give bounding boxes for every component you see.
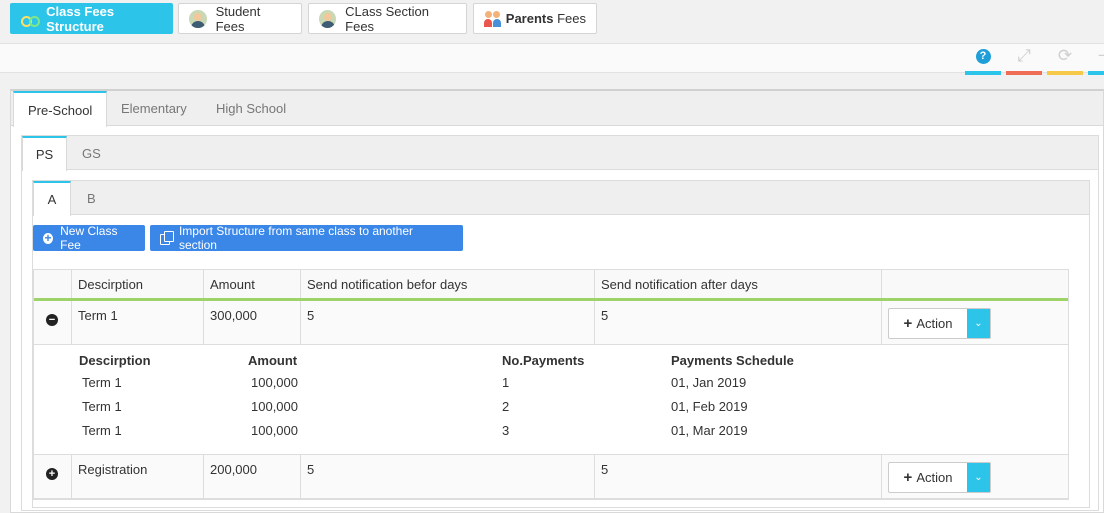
sub-row-description: Term 1	[82, 399, 122, 414]
row-before: 5	[300, 301, 594, 344]
row-after: 5	[594, 455, 881, 498]
collapse-button[interactable]: −	[1088, 45, 1104, 75]
tab-label: CLass Section Fees	[345, 3, 429, 34]
collapse-icon[interactable]: −	[46, 314, 58, 326]
chevron-down-icon[interactable]: ⌄	[967, 463, 990, 492]
sub-row-description: Term 1	[82, 423, 122, 438]
help-button[interactable]: ?	[965, 45, 1001, 75]
module-tabbar: Class Fees Structure Student Fees CLass …	[0, 0, 1104, 44]
tab-label: Class Fees Structure	[46, 3, 115, 34]
sub-row-payments: 1	[502, 375, 510, 390]
table-header: Descirption Amount Send notification bef…	[34, 270, 1068, 301]
sub-header-schedule: Payments Schedule	[671, 353, 794, 368]
tab-class-fees-structure[interactable]: Class Fees Structure	[10, 3, 173, 34]
tab-elementary[interactable]: Elementary	[107, 91, 201, 126]
header-actions	[881, 270, 1068, 298]
tab-label: Fees	[553, 11, 586, 26]
sub-row-schedule: 01, Mar 2019	[671, 423, 748, 438]
tab-pre-school[interactable]: Pre-School	[13, 91, 108, 127]
action-button[interactable]: + Action	[889, 309, 967, 338]
table-row: − Term 1 300,000 5 5 + Action ⌄	[34, 301, 1068, 345]
sub-row-amount: 100,000	[251, 423, 298, 438]
row-before: 5	[300, 455, 594, 498]
chevron-down-icon[interactable]: ⌄	[967, 309, 990, 338]
tab-student-fees[interactable]: Student Fees	[178, 3, 302, 34]
refresh-underline	[1047, 71, 1083, 75]
refresh-icon: ⟳	[1057, 46, 1073, 65]
sub-row-payments: 3	[502, 423, 510, 438]
sub-row-amount: 100,000	[251, 399, 298, 414]
fullscreen-icon: ⤢	[1017, 46, 1031, 65]
fees-table: Descirption Amount Send notification bef…	[33, 269, 1069, 500]
sub-row-schedule: 01, Jan 2019	[671, 375, 747, 390]
collapse-underline	[1088, 71, 1104, 75]
plus-circle-icon: +	[43, 230, 54, 245]
sub-row-amount: 100,000	[251, 375, 298, 390]
plus-icon: +	[903, 315, 913, 332]
copy-icon	[160, 231, 174, 245]
action-label: Action	[916, 470, 953, 485]
row-description: Registration	[71, 455, 203, 498]
action-dropdown: + Action ⌄	[888, 462, 991, 493]
toggle-cell: +	[34, 455, 71, 498]
section-tabbar: A B	[33, 181, 1089, 216]
tab-high-school[interactable]: High School	[202, 91, 300, 126]
row-actions: + Action ⌄	[881, 455, 1068, 498]
level-tabbar: Pre-School Elementary High School	[11, 91, 1103, 127]
button-label: New Class Fee	[60, 224, 118, 252]
class-panel: PS GS A B + New Class Fee Import Structu…	[21, 135, 1099, 511]
action-dropdown: + Action ⌄	[888, 308, 991, 339]
toggle-cell: −	[34, 301, 71, 344]
sub-row-payments: 2	[502, 399, 510, 414]
import-structure-button[interactable]: Import Structure from same class to anot…	[150, 224, 463, 252]
header-toggle	[34, 270, 71, 298]
tab-label-bold: Parents	[505, 11, 554, 26]
sub-header-description: Descirption	[79, 353, 151, 368]
tab-gs[interactable]: GS	[68, 136, 115, 171]
row-amount: 200,000	[203, 455, 300, 498]
fullscreen-underline	[1006, 71, 1042, 75]
header-after: Send notification after days	[594, 270, 881, 298]
minus-icon: −	[1098, 46, 1104, 65]
row-description: Term 1	[71, 301, 203, 344]
row-amount: 300,000	[203, 301, 300, 344]
action-button[interactable]: + Action	[889, 463, 967, 492]
section-panel: A B + New Class Fee Import Structure fro…	[32, 180, 1090, 508]
button-label: Import Structure from same class to anot…	[178, 224, 414, 252]
toolbar-band	[0, 43, 1104, 73]
help-underline	[965, 71, 1001, 75]
table-row: + Registration 200,000 5 5 + Action ⌄	[34, 455, 1068, 499]
header-description: Descirption	[71, 270, 203, 298]
sub-row-schedule: 01, Feb 2019	[671, 399, 748, 414]
tab-section-b[interactable]: B	[73, 181, 110, 216]
sub-header-payments: No.Payments	[502, 353, 585, 368]
refresh-button[interactable]: ⟳	[1047, 45, 1083, 75]
help-icon: ?	[975, 48, 991, 64]
new-class-fee-button[interactable]: + New Class Fee	[33, 224, 145, 252]
level-panel: Pre-School Elementary High School PS GS …	[10, 89, 1104, 513]
expand-icon[interactable]: +	[46, 468, 58, 480]
row-after: 5	[594, 301, 881, 344]
sub-table: Descirption Amount No.Payments Payments …	[34, 345, 1068, 455]
student-icon	[319, 9, 337, 28]
student-icon	[189, 9, 207, 28]
class-tabbar: PS GS	[22, 136, 1098, 171]
glasses-icon	[21, 10, 41, 28]
sub-row-description: Term 1	[82, 375, 122, 390]
tab-ps[interactable]: PS	[22, 136, 67, 171]
tab-label: Student Fees	[215, 3, 261, 34]
action-label: Action	[916, 316, 953, 331]
parents-icon	[484, 10, 497, 28]
tab-parents-fees[interactable]: Parents Fees	[473, 3, 597, 34]
sub-header-amount: Amount	[248, 353, 298, 368]
row-actions: + Action ⌄	[881, 301, 1068, 344]
header-before: Send notification befor days	[300, 270, 594, 298]
plus-icon: +	[903, 469, 913, 486]
tab-class-section-fees[interactable]: CLass Section Fees	[308, 3, 467, 34]
fullscreen-button[interactable]: ⤢	[1006, 45, 1042, 75]
tab-section-a[interactable]: A	[33, 181, 71, 216]
header-amount: Amount	[203, 270, 300, 298]
